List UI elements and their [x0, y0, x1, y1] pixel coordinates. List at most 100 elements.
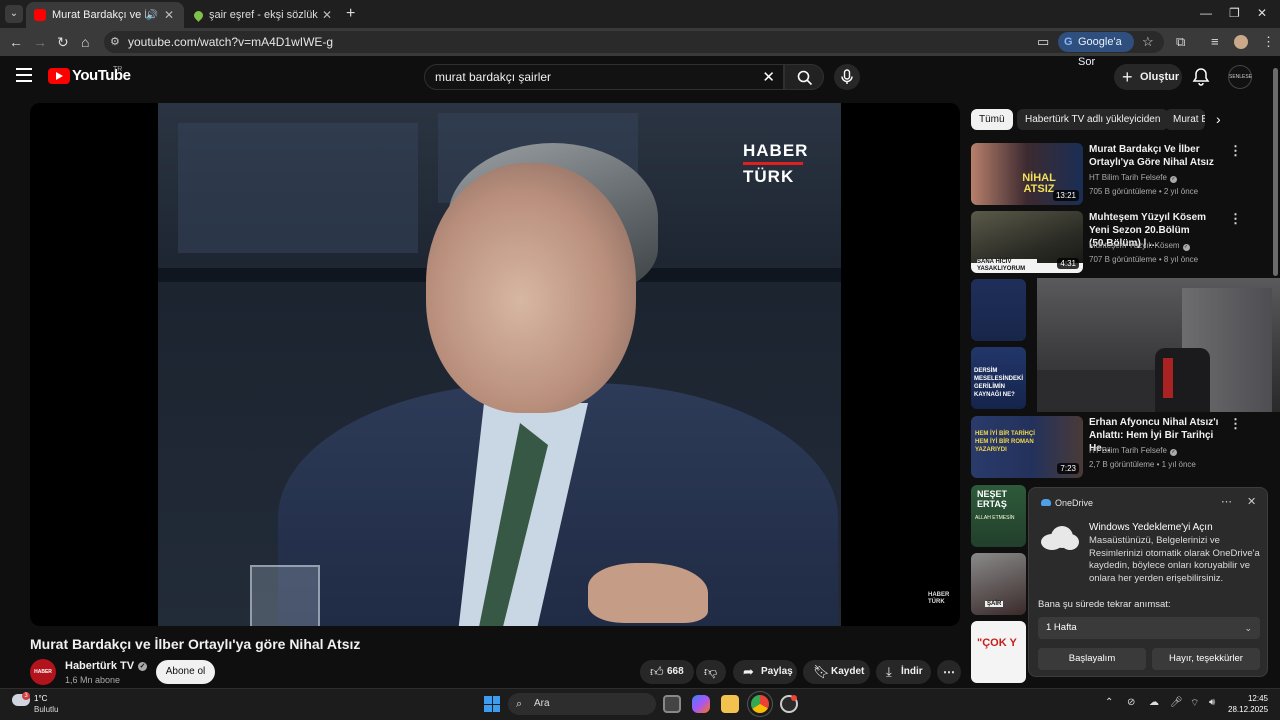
thumbnail-caption: NEŞET ERTAŞ — [977, 489, 1008, 509]
extensions-icon[interactable]: ⧉ — [1176, 34, 1185, 50]
search-input[interactable]: murat bardakçı şairler ✕ — [424, 64, 784, 90]
video-player[interactable]: HABER TÜRK HABER TÜRK — [30, 103, 960, 626]
volume-icon[interactable]: 🔊︎ — [1209, 697, 1215, 708]
thumbnail-caption: ŞAİR — [985, 601, 1004, 607]
remind-select[interactable]: 1 Hafta ⌄ — [1038, 617, 1260, 639]
microphone-tray-icon[interactable]: 🎤︎ — [1170, 697, 1183, 708]
close-tab-icon[interactable]: ✕ — [162, 8, 176, 22]
chevron-right-icon[interactable]: › — [1216, 111, 1221, 127]
new-tab-icon[interactable]: + — [346, 5, 355, 23]
temperature[interactable]: 1°C — [34, 694, 47, 703]
channel-name[interactable]: Habertürk TV ✓ — [65, 660, 148, 672]
system-clock[interactable]: 12:45 28.12.2025 — [1228, 693, 1268, 715]
address-bar[interactable]: ⚙ youtube.com/watch?v=mA4D1wIWE-g — [104, 31, 1164, 53]
chrome-icon[interactable] — [751, 695, 769, 713]
taskbar-search[interactable]: ⌕ Ara — [508, 693, 656, 715]
wifi-icon[interactable]: ⌔ — [1190, 697, 1199, 710]
restore-icon[interactable]: ❐ — [1229, 6, 1240, 20]
cast-icon[interactable]: ▭ — [1037, 34, 1049, 50]
more-options-icon[interactable]: ⋮ — [1229, 416, 1242, 432]
water-glass — [250, 565, 320, 626]
file-explorer-icon[interactable] — [721, 695, 739, 713]
subscribe-button[interactable]: Abone ol — [156, 660, 215, 684]
video-thumbnail[interactable]: ŞAİR — [971, 553, 1026, 615]
window-close-icon[interactable]: ✕ — [1257, 6, 1267, 20]
chip-from-uploader[interactable]: Habertürk TV adlı yükleyiciden — [1017, 109, 1169, 130]
tab-eksi[interactable]: şair eşref - ekşi sözlük ✕ — [186, 2, 342, 28]
profile-avatar[interactable] — [1234, 35, 1248, 49]
recommendation-title[interactable]: Murat Bardakçı Ve İlber Ortaylı'ya Göre … — [1089, 143, 1225, 169]
video-thumbnail[interactable]: "ÇOK Y — [971, 621, 1026, 683]
tab-youtube[interactable]: Murat Bardakçı ve İlber Orta 🔊 ✕ — [26, 2, 184, 28]
more-actions-icon[interactable]: ⋯ — [937, 660, 961, 684]
tab-search-button[interactable]: ⌄ — [5, 5, 23, 23]
minimize-icon[interactable]: — — [1200, 6, 1212, 20]
weather-condition[interactable]: Bulutlu — [34, 705, 58, 714]
audio-playing-icon[interactable]: 🔊 — [146, 10, 158, 21]
notifications-button[interactable] — [1192, 67, 1210, 92]
search-button[interactable] — [784, 64, 824, 90]
browser-menu-icon[interactable]: ⋮ — [1262, 34, 1275, 50]
notification-more-icon[interactable]: ⋯ — [1221, 495, 1232, 508]
onedrive-notification[interactable]: OneDrive ⋯ ✕ Windows Yedekleme'yi Açın M… — [1028, 487, 1268, 677]
tray-chevron-up-icon[interactable]: ⌃ — [1105, 697, 1113, 708]
save-button[interactable]: 🔖︎ Kaydet — [803, 660, 870, 684]
recommendation-channel[interactable]: HT Bilim Tarih Felsefe ✓ — [1089, 446, 1177, 456]
like-button[interactable]: 👍︎ 668 — [640, 660, 694, 684]
recommendation-channel-name[interactable]: HT Bilim Tarih Felsefe — [1089, 173, 1167, 182]
more-options-icon[interactable]: ⋮ — [1229, 211, 1242, 227]
tab-title: şair eşref - ekşi sözlük — [209, 9, 318, 21]
site-info-icon[interactable]: ⚙ — [110, 35, 120, 48]
start-button[interactable]: Başlayalım — [1038, 648, 1146, 670]
chip-all[interactable]: Tümü — [971, 109, 1013, 130]
more-options-icon[interactable]: ⋮ — [1229, 143, 1242, 159]
youtube-logo-icon[interactable] — [48, 68, 70, 84]
clear-search-icon[interactable]: ✕ — [762, 68, 775, 86]
copilot-icon[interactable] — [692, 695, 710, 713]
recommendation-item[interactable]: SANA HİCİV YASAKLIYORUM 4:31 Muhteşem Yü… — [971, 211, 1261, 273]
notification-close-icon[interactable]: ✕ — [1247, 495, 1256, 508]
bookmark-star-icon[interactable]: ☆ — [1142, 34, 1154, 50]
recommendation-channel-name[interactable]: HT Bilim Tarih Felsefe — [1089, 446, 1167, 455]
recommendation-channel-name[interactable]: Muhteşem Yüzyıl: Kösem — [1089, 241, 1180, 250]
recommendation-channel[interactable]: Muhteşem Yüzyıl: Kösem ✓ — [1089, 241, 1190, 251]
channel-avatar[interactable]: HABER TÜRK — [30, 659, 56, 701]
page-scrollbar[interactable] — [1273, 68, 1278, 276]
region-code: TR — [113, 66, 123, 73]
video-duration: 4:31 — [1057, 258, 1079, 269]
create-button[interactable]: + Oluştur — [1114, 64, 1182, 90]
channel-name-text[interactable]: Habertürk TV — [65, 660, 134, 672]
video-thumbnail[interactable] — [971, 279, 1026, 341]
video-thumbnail[interactable]: SANA HİCİV YASAKLIYORUM 4:31 — [971, 211, 1083, 273]
share-button[interactable]: ➦ Paylaş — [733, 660, 797, 684]
reading-list-icon[interactable]: ≡ — [1211, 34, 1219, 49]
decline-button[interactable]: Hayır, teşekkürler — [1152, 648, 1260, 670]
onedrive-tray-icon[interactable]: ☁ — [1149, 697, 1159, 708]
account-avatar[interactable]: SENLESE — [1228, 65, 1252, 89]
start-menu-icon[interactable] — [484, 696, 500, 712]
task-view-icon[interactable] — [663, 695, 681, 713]
video-thumbnail[interactable]: DERSİM MESELESİNDEKİ GERİLİMİN KAYNAĞI N… — [971, 347, 1026, 409]
recommendation-item[interactable]: NİHAL ATSIZ 13:21 Murat Bardakçı Ve İlbe… — [971, 143, 1261, 205]
video-thumbnail[interactable]: NİHAL ATSIZ 13:21 — [971, 143, 1083, 205]
youtube-favicon-icon — [34, 9, 46, 21]
haberturk-watermark: HABER TÜRK — [743, 141, 811, 187]
search-icon — [797, 70, 813, 86]
tray-app-icon[interactable]: ⊘ — [1127, 697, 1135, 708]
close-tab-icon[interactable]: ✕ — [320, 8, 334, 22]
chip-murat[interactable]: Murat B — [1165, 109, 1205, 130]
dislike-button[interactable]: 👎︎ — [696, 660, 726, 684]
forward-icon[interactable]: → — [33, 34, 47, 50]
video-thumbnail[interactable]: HEM İYİ BİR TARİHÇİ HEM İYİ BİR ROMAN YA… — [971, 416, 1083, 478]
reload-icon[interactable]: ↻ — [57, 34, 69, 51]
video-thumbnail[interactable]: NEŞET ERTAŞ ALLAH ETMESİN — [971, 485, 1026, 547]
home-icon[interactable]: ⌂ — [81, 34, 89, 50]
google-ask-button[interactable]: G Google'a Sor — [1058, 32, 1134, 68]
back-icon[interactable]: ← — [9, 34, 23, 50]
recommendation-item[interactable]: HEM İYİ BİR TARİHÇİ HEM İYİ BİR ROMAN YA… — [971, 416, 1261, 478]
chevron-down-icon: ⌄ — [1244, 623, 1252, 633]
download-button[interactable]: ⤓ İndir — [876, 660, 931, 684]
recommendation-channel[interactable]: HT Bilim Tarih Felsefe ✓ — [1089, 173, 1177, 183]
guide-menu-icon[interactable] — [16, 68, 32, 82]
voice-search-button[interactable] — [834, 64, 860, 90]
